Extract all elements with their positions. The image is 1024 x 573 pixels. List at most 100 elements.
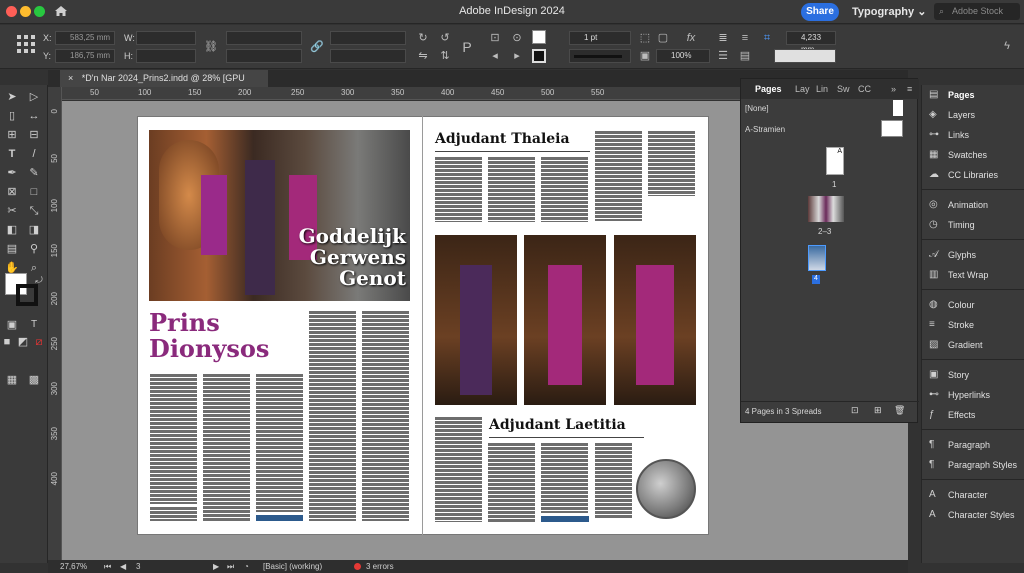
page-number[interactable]: 3 xyxy=(136,562,140,571)
preflight-profile[interactable]: [Basic] (working) xyxy=(263,562,322,571)
constrain-proportions-icon[interactable]: ⛓ xyxy=(204,40,218,54)
glyphs-icon[interactable]: 𝒜 xyxy=(929,249,938,260)
reference-point-icon[interactable] xyxy=(16,34,36,54)
dock-item-links[interactable]: Links xyxy=(948,130,969,140)
dock-item-timing[interactable]: Timing xyxy=(948,220,975,230)
y-position-field[interactable]: 186,75 mm xyxy=(55,49,115,63)
pencil-tool-icon[interactable]: ✎ xyxy=(27,166,41,180)
a-master-thumb[interactable] xyxy=(881,120,903,137)
body-column-2[interactable] xyxy=(203,374,250,521)
line-tool-icon[interactable]: / xyxy=(27,147,41,161)
dock-item-paragraph-styles[interactable]: Paragraph Styles xyxy=(948,460,1017,470)
gradient-feather-tool-icon[interactable]: ◨ xyxy=(27,223,41,237)
dock-item-swatches[interactable]: Swatches xyxy=(948,150,987,160)
share-button[interactable]: Share xyxy=(801,3,839,21)
free-transform-tool-icon[interactable]: ⤡ xyxy=(27,204,41,218)
paragraph-styles-icon[interactable]: ¶ xyxy=(929,459,934,470)
scale-y-field[interactable] xyxy=(226,49,302,63)
direct-selection-tool-icon[interactable]: ▷ xyxy=(27,90,41,104)
photo-adjutant-thaleia[interactable] xyxy=(524,235,606,405)
body-column-5[interactable] xyxy=(362,311,409,521)
content-placer-icon[interactable]: ⊟ xyxy=(27,128,41,142)
apply-none-icon[interactable]: ⧄ xyxy=(32,335,46,349)
drop-shadow-icon[interactable]: ▢ xyxy=(656,31,670,45)
pages-icon[interactable]: ▤ xyxy=(929,89,938,100)
effects-icon[interactable]: ƒ xyxy=(929,409,935,420)
text-wrap-icon[interactable]: ▥ xyxy=(929,269,938,280)
formatting-container-icon[interactable]: ▣ xyxy=(5,318,19,332)
select-next-icon[interactable]: ▸ xyxy=(510,49,524,63)
rotate-cw-icon[interactable]: ↻ xyxy=(416,31,430,45)
select-previous-icon[interactable]: ◂ xyxy=(488,49,502,63)
flip-horizontal-icon[interactable]: ⇋ xyxy=(416,49,430,63)
pen-tool-icon[interactable]: ✒ xyxy=(5,166,19,180)
stroke-size-field[interactable]: 4,233 mm xyxy=(786,31,836,54)
page-tool-icon[interactable]: ▯ xyxy=(5,109,19,123)
colour-icon[interactable]: ◍ xyxy=(929,299,938,310)
type-tool-icon[interactable]: T xyxy=(5,147,19,161)
select-container-icon[interactable]: ⊡ xyxy=(488,31,502,45)
new-page-icon[interactable]: ⊞ xyxy=(874,405,882,416)
stroke-type-dropdown[interactable] xyxy=(569,49,631,63)
content-collector-icon[interactable]: ⊞ xyxy=(5,128,19,142)
body-column-1[interactable] xyxy=(150,374,197,504)
photo-adjutant-laetitia[interactable] xyxy=(614,235,696,405)
right-lower-column-4[interactable] xyxy=(595,443,632,518)
hero-photo[interactable]: Goddelijk Gerwens Genot xyxy=(149,130,410,301)
swap-colors-icon[interactable]: ⤾ xyxy=(32,273,46,287)
right-lower-column-2[interactable] xyxy=(488,443,535,522)
page-size-icon[interactable]: ⊡ xyxy=(851,405,859,416)
right-column-2[interactable] xyxy=(488,157,535,222)
dock-item-stroke[interactable]: Stroke xyxy=(948,320,974,330)
coin-image[interactable] xyxy=(636,459,696,519)
width-field[interactable] xyxy=(136,31,196,45)
links-icon[interactable]: ⊶ xyxy=(929,129,939,140)
rotation-field[interactable] xyxy=(330,31,406,45)
zoom-level[interactable]: 27,67% xyxy=(60,562,87,571)
workspace-switcher[interactable]: Typography ⌄ xyxy=(852,5,926,18)
hyperlinks-icon[interactable]: ⊷ xyxy=(929,389,939,400)
formatting-text-icon[interactable]: T xyxy=(27,318,41,332)
error-count[interactable]: 3 errors xyxy=(366,562,394,571)
stroke-color-swatch[interactable] xyxy=(16,284,38,306)
dock-item-hyperlinks[interactable]: Hyperlinks xyxy=(948,390,990,400)
right-lower-column-3[interactable] xyxy=(541,443,588,513)
flip-vertical-icon[interactable]: ⇅ xyxy=(438,49,452,63)
dock-item-animation[interactable]: Animation xyxy=(948,200,988,210)
select-content-icon[interactable]: ⊙ xyxy=(510,31,524,45)
shear-field[interactable] xyxy=(330,49,406,63)
dock-item-colour[interactable]: Colour xyxy=(948,300,975,310)
timing-icon[interactable]: ◷ xyxy=(929,219,938,230)
swatches-icon[interactable]: ▦ xyxy=(929,149,938,160)
body-column-3[interactable] xyxy=(256,374,303,512)
panel-menu-icon[interactable]: ≡ xyxy=(907,84,912,94)
cc-libraries-icon[interactable]: ☁ xyxy=(929,169,939,180)
page-4-thumb[interactable] xyxy=(808,245,826,271)
opacity-icon[interactable]: ▣ xyxy=(638,49,652,63)
right-column-1[interactable] xyxy=(435,157,482,222)
last-page-icon[interactable]: ⏭ xyxy=(227,562,234,572)
prev-page-icon[interactable]: ◀ xyxy=(120,562,126,571)
dock-item-character[interactable]: Character xyxy=(948,490,988,500)
page-1-thumb[interactable]: A xyxy=(826,147,844,175)
gradient-swatch-tool-icon[interactable]: ◧ xyxy=(5,223,19,237)
close-icon[interactable]: × xyxy=(68,73,73,83)
next-page-icon[interactable]: ▶ xyxy=(213,562,219,571)
dock-item-character-styles[interactable]: Character Styles xyxy=(948,510,1015,520)
fill-swatch[interactable] xyxy=(532,30,546,44)
gradient-icon[interactable]: ▧ xyxy=(929,339,938,350)
vertical-ruler[interactable]: 0 50 100 150 200 250 300 350 400 xyxy=(48,87,62,560)
opacity-field[interactable]: 100% xyxy=(656,49,710,63)
rectangle-frame-tool-icon[interactable]: ⊠ xyxy=(5,185,19,199)
effects-icon[interactable]: fx xyxy=(684,31,698,45)
preflight-icon[interactable]: ◔ xyxy=(244,562,249,571)
photo-prince[interactable] xyxy=(435,235,517,405)
normal-mode-icon[interactable]: ▦ xyxy=(5,373,19,387)
dock-item-pages[interactable]: Pages xyxy=(948,90,975,100)
align-bottom-icon[interactable]: ☰ xyxy=(716,49,730,63)
story-icon[interactable]: ▣ xyxy=(929,369,938,380)
dock-item-cc-libraries[interactable]: CC Libraries xyxy=(948,170,998,180)
right-lower-column-1[interactable] xyxy=(435,417,482,522)
x-position-field[interactable]: 583,25 mm xyxy=(55,31,115,45)
adobe-stock-search[interactable]: ⌕ Adobe Stock xyxy=(934,3,1020,20)
